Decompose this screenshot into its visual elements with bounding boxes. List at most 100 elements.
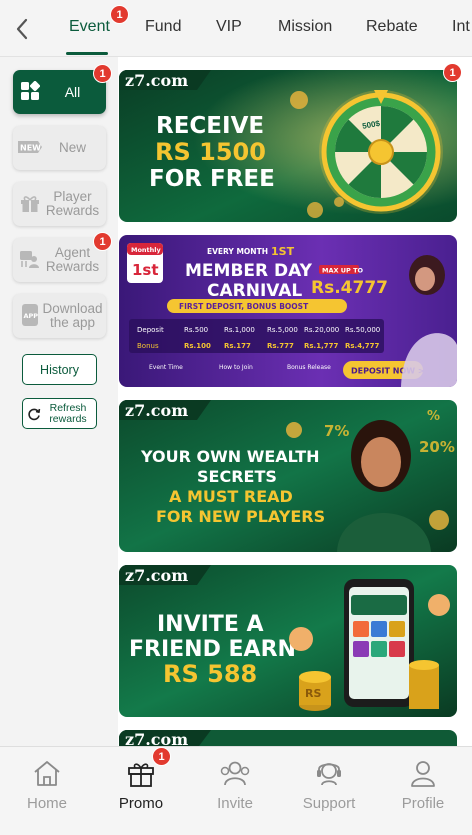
max-up-to-label: MAX UP TO <box>322 267 364 275</box>
svg-text:Rs.20,000: Rs.20,000 <box>304 326 339 334</box>
svg-text:Rs.4,777: Rs.4,777 <box>345 342 379 350</box>
history-button[interactable]: History <box>22 354 97 385</box>
gift-icon <box>19 192 41 214</box>
sidebar-agent-badge: 1 <box>93 232 112 251</box>
nav-label: Home <box>26 795 67 812</box>
home-icon <box>31 757 63 789</box>
sidebar-item-label: Player Rewards <box>45 189 100 218</box>
sidebar-item-download-app[interactable]: APP Download the app <box>13 294 106 338</box>
banner-line-2: FRIEND EARN <box>129 637 296 662</box>
svg-text:Rs.1,000: Rs.1,000 <box>224 326 255 334</box>
tab-int[interactable]: Int <box>452 18 470 36</box>
banner-brand: z7.com <box>125 730 188 746</box>
svg-text:Rs.5,000: Rs.5,000 <box>267 326 298 334</box>
nav-label: Promo <box>118 795 164 812</box>
phone-mockup <box>344 579 414 707</box>
footer-bonus-release: Bonus Release <box>287 364 331 371</box>
tab-rebate[interactable]: Rebate <box>366 18 418 36</box>
bottom-navigation: Home Promo 1 Invite Support Profile <box>0 746 472 835</box>
promo-banner-invite-friend[interactable]: z7.com INVITE A FRIEND EARN RS 588 RS <box>119 565 457 717</box>
every-month-suffix: 1ST <box>271 245 295 258</box>
gift-icon <box>125 757 157 789</box>
back-button[interactable] <box>6 14 38 44</box>
nav-profile[interactable]: Profile <box>376 747 470 835</box>
sidebar-item-label: New <box>58 140 86 155</box>
svg-text:NEW: NEW <box>20 144 41 153</box>
promo-banner-wealth-secrets[interactable]: z7.com YOUR OWN WEALTH SECRETS A MUST RE… <box>119 400 457 552</box>
calendar-top-label: Monthly <box>131 246 162 254</box>
footer-event-time: Event Time <box>149 364 183 371</box>
banner-line-3: RS 588 <box>163 660 257 688</box>
category-sidebar: All 1 NEW New Player Rewards Agent Rewar… <box>0 57 118 747</box>
calendar-icon: Monthly 1st <box>127 243 163 283</box>
percent-2: 20% <box>419 438 455 456</box>
banner-line-1: RECEIVE <box>156 113 264 139</box>
sidebar-item-agent-rewards[interactable]: Agent Rewards <box>13 238 106 282</box>
refresh-rewards-label: Refresh rewards <box>49 401 87 425</box>
refresh-rewards-button[interactable]: Refresh rewards <box>22 398 97 429</box>
banner-line-3: FOR FREE <box>149 166 275 192</box>
every-month-label: EVERY MONTH <box>207 247 268 256</box>
footer-how-to-join: How to Join <box>219 364 253 371</box>
banner-line-3: A MUST READ <box>169 487 293 506</box>
grid-icon <box>19 80 41 102</box>
calendar-day-label: 1st <box>132 261 159 279</box>
sidebar-item-new[interactable]: NEW New <box>13 126 106 170</box>
nav-home[interactable]: Home <box>0 747 94 835</box>
sidebar-item-player-rewards[interactable]: Player Rewards <box>13 182 106 226</box>
banner-1-badge: 1 <box>443 63 462 82</box>
carnival-title-1: MEMBER DAY <box>185 261 313 281</box>
nav-invite[interactable]: Invite <box>188 747 282 835</box>
refresh-icon <box>26 406 42 422</box>
max-value: Rs.4777 <box>311 278 388 298</box>
tab-fund[interactable]: Fund <box>145 18 181 36</box>
tab-event-badge: 1 <box>110 5 129 24</box>
app-icon: APP <box>19 304 41 326</box>
banner-line-2: RS 1500 <box>155 138 266 166</box>
sidebar-item-all[interactable]: All <box>13 70 106 114</box>
nav-label: Invite <box>217 795 253 812</box>
coin-label: RS <box>305 687 321 700</box>
nav-support[interactable]: Support <box>282 747 376 835</box>
tab-vip[interactable]: VIP <box>216 18 242 36</box>
nav-label: Profile <box>401 795 445 812</box>
top-tab-bar: Event 1 Fund VIP Mission Rebate Int <box>0 0 472 57</box>
promo-banner-member-day-carnival[interactable]: Monthly 1st EVERY MONTH 1ST MEMBER DAY C… <box>119 235 457 387</box>
nav-promo-badge: 1 <box>152 747 171 766</box>
banner-brand: z7.com <box>125 566 188 585</box>
chevron-left-icon <box>16 18 28 40</box>
prize-wheel-icon: 500$ <box>319 90 443 214</box>
svg-text:Bonus: Bonus <box>137 342 159 350</box>
banner-brand: z7.com <box>125 401 188 420</box>
svg-text:Rs.500: Rs.500 <box>184 326 208 334</box>
support-icon <box>313 757 345 789</box>
carnival-title-2: CARNIVAL <box>207 281 302 301</box>
sidebar-all-badge: 1 <box>93 64 112 83</box>
svg-text:Rs.777: Rs.777 <box>267 342 294 350</box>
agent-icon <box>19 248 41 270</box>
nav-promo[interactable]: Promo <box>94 747 188 835</box>
svg-text:Rs.100: Rs.100 <box>184 342 211 350</box>
promo-banner-5[interactable]: z7.com <box>119 730 457 746</box>
percent-1: 7% <box>324 422 349 440</box>
invite-icon <box>219 757 251 789</box>
svg-text:Rs.177: Rs.177 <box>224 342 251 350</box>
promo-banner-receive-rs1500[interactable]: z7.com RECEIVE RS 1500 FOR FREE 500$ <box>119 70 457 222</box>
carnival-subtitle: FIRST DEPOSIT, BONUS BOOST <box>179 302 309 311</box>
banner-line-1: YOUR OWN WEALTH <box>140 447 320 466</box>
svg-text:Deposit: Deposit <box>137 326 164 334</box>
percent-3: % <box>427 409 440 424</box>
svg-text:Rs.1,777: Rs.1,777 <box>304 342 338 350</box>
nav-label: Support <box>302 795 356 812</box>
tab-event[interactable]: Event <box>69 18 110 36</box>
sidebar-item-label: Download the app <box>42 301 103 330</box>
new-tag-icon: NEW <box>17 136 43 158</box>
profile-icon <box>407 757 439 789</box>
banner-line-2: SECRETS <box>197 467 277 486</box>
banner-brand: z7.com <box>125 71 188 90</box>
svg-text:Rs.50,000: Rs.50,000 <box>345 326 380 334</box>
banner-line-1: INVITE A <box>157 612 264 637</box>
svg-text:APP: APP <box>24 312 39 320</box>
tab-mission[interactable]: Mission <box>278 18 332 36</box>
tab-active-indicator <box>66 52 108 55</box>
